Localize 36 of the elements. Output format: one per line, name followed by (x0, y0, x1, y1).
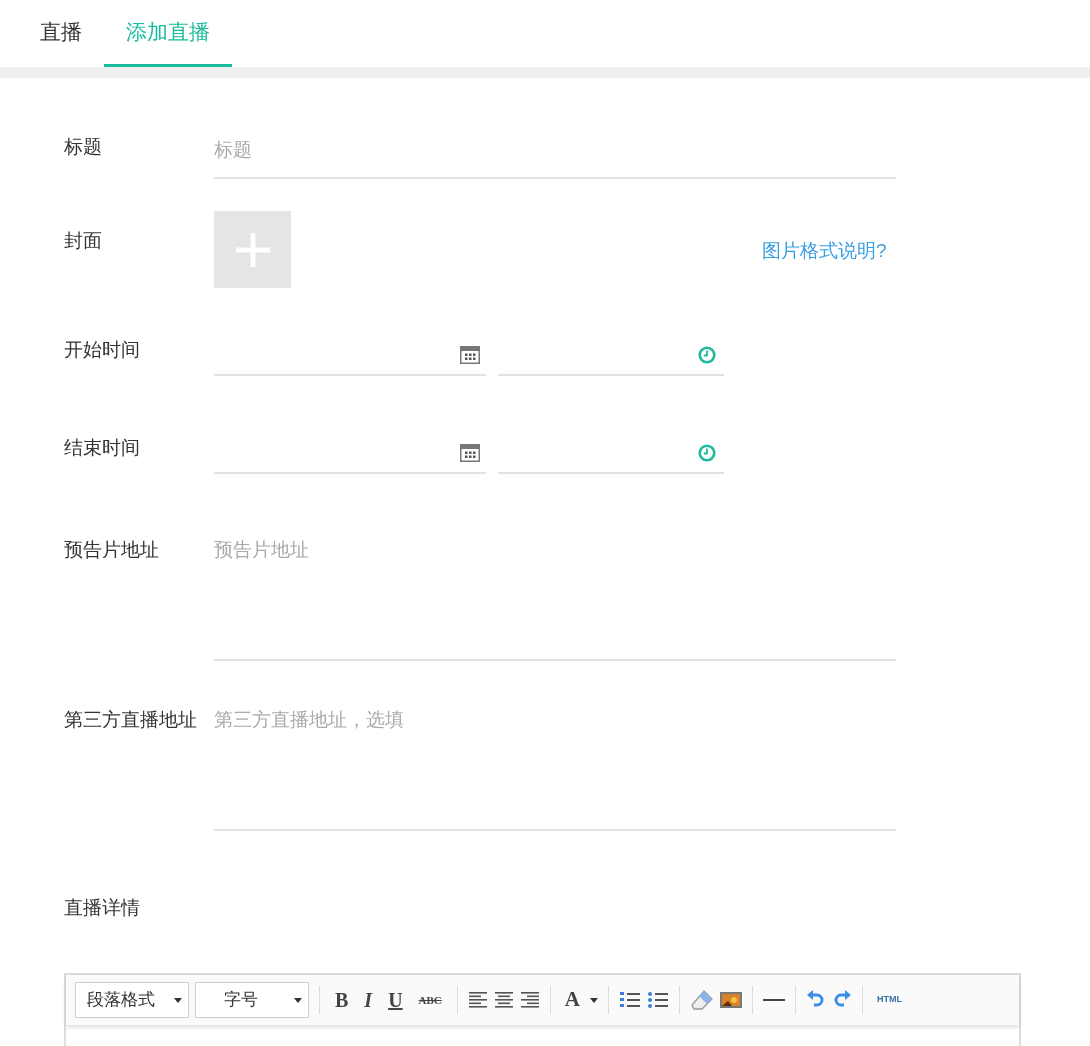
format-button[interactable]: B (330, 985, 354, 1015)
align-center-icon[interactable] (493, 991, 514, 1009)
format-button[interactable]: ABC (413, 991, 447, 1009)
field-label: 直播详情 (64, 897, 140, 918)
bullet-list-icon[interactable] (647, 990, 669, 1010)
dropdown[interactable]: 字号 (195, 982, 309, 1018)
numbered-list-icon[interactable] (619, 990, 641, 1010)
plus-icon (235, 232, 270, 267)
eraser-icon[interactable] (690, 989, 714, 1011)
calendar-icon[interactable] (460, 444, 480, 462)
field-label: 封面 (64, 230, 102, 251)
format-button[interactable]: I (359, 985, 378, 1015)
align-right-icon[interactable] (519, 991, 540, 1009)
field-label: 预告片地址 (64, 538, 160, 562)
font-color-button[interactable]: A (560, 984, 584, 1016)
horizontal-rule-icon[interactable] (763, 998, 785, 1002)
trailer-url-field[interactable]: 预告片地址 (214, 536, 896, 661)
caret-icon[interactable] (590, 997, 598, 1003)
redo-icon[interactable] (832, 990, 852, 1010)
field-label: 开始时间 (64, 338, 141, 362)
rich-text-editor[interactable]: 段落格式 字号 B I U ABC A HTML (64, 973, 1021, 1046)
title-field[interactable]: 标题 (214, 133, 896, 179)
dropdown[interactable]: 段落格式 (75, 982, 189, 1018)
calendar-icon[interactable] (460, 346, 480, 364)
tab[interactable]: 直播 (18, 0, 104, 67)
field-label: 第三方直播地址 (64, 708, 198, 732)
format-button[interactable]: U (383, 985, 408, 1015)
image-icon[interactable] (720, 992, 742, 1008)
caret-icon (174, 997, 182, 1003)
field-label: 标题 (64, 135, 103, 159)
field-label: 结束时间 (64, 436, 141, 460)
align-left-icon[interactable] (467, 991, 488, 1009)
undo-icon[interactable] (806, 990, 826, 1010)
html-button[interactable]: HTML (873, 993, 906, 1007)
caret-icon (294, 997, 302, 1003)
third-party-url-field[interactable]: 第三方直播地址，选填 (214, 706, 896, 831)
